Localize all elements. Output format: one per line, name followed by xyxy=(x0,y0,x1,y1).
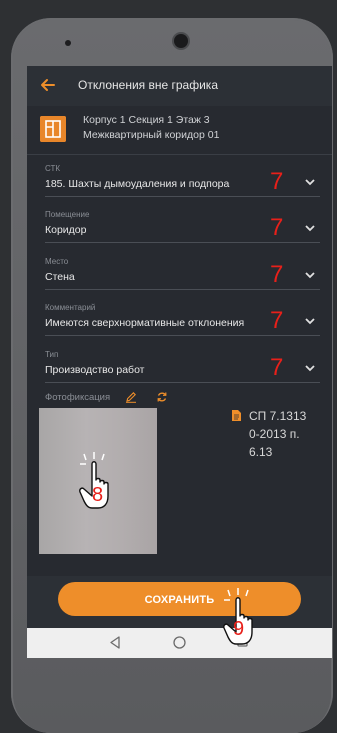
field-label: Тип xyxy=(45,350,59,359)
tap-hand-icon: 8 xyxy=(78,452,120,512)
tap-hand-icon: 9 xyxy=(222,588,264,648)
pencil-icon[interactable] xyxy=(125,391,137,403)
chevron-down-icon[interactable] xyxy=(304,362,316,374)
annotation-marker: 7 xyxy=(270,261,284,288)
chevron-down-icon[interactable] xyxy=(304,315,316,327)
annotation-marker: 9 xyxy=(233,618,245,640)
field-underline xyxy=(45,289,320,290)
back-arrow-icon[interactable] xyxy=(39,76,57,94)
annotation-marker: 7 xyxy=(270,354,284,381)
document-line: СП 7.1313 xyxy=(249,409,307,423)
location-line: Корпус 1 Секция 1 Этаж 3 xyxy=(83,114,210,126)
chevron-down-icon[interactable] xyxy=(304,222,316,234)
nav-back-icon[interactable] xyxy=(109,636,121,649)
chevron-down-icon[interactable] xyxy=(304,176,316,188)
field-value: 185. Шахты дымоудаления и подпора xyxy=(45,178,230,190)
room-line: Межквартирный коридор 01 xyxy=(83,129,220,141)
field-underline xyxy=(45,335,320,336)
field-value: Коридор xyxy=(45,224,87,236)
document-reference[interactable]: СП 7.1313 0-2013 п. 6.13 xyxy=(249,407,329,461)
nav-home-icon[interactable] xyxy=(173,636,186,649)
page-title: Отклонения вне графика xyxy=(78,78,218,92)
android-nav-bar xyxy=(27,628,332,658)
annotation-marker: 7 xyxy=(270,214,284,241)
building-icon xyxy=(40,116,66,142)
field-underline xyxy=(45,196,320,197)
field-label: СТК xyxy=(45,164,61,173)
chevron-down-icon[interactable] xyxy=(304,269,316,281)
app-bar: Отклонения вне графика xyxy=(27,66,332,106)
front-camera xyxy=(174,34,188,48)
field-value: Производство работ xyxy=(45,364,145,376)
annotation-marker: 7 xyxy=(270,307,284,334)
field-value: Имеются сверхнормативные отклонения xyxy=(45,317,245,329)
field-underline xyxy=(45,382,320,383)
document-icon xyxy=(232,410,241,421)
annotation-marker: 7 xyxy=(270,168,284,195)
divider xyxy=(27,154,332,155)
field-label: Комментарий xyxy=(45,303,96,312)
document-line: 6.13 xyxy=(249,445,273,459)
proximity-sensor xyxy=(65,40,71,46)
app-screen: Отклонения вне графика Корпус 1 Секция 1… xyxy=(27,66,332,658)
annotation-marker: 8 xyxy=(92,484,104,506)
refresh-icon[interactable] xyxy=(156,391,168,403)
field-underline xyxy=(45,242,320,243)
document-line: 0-2013 п. xyxy=(249,427,300,441)
field-label: Место xyxy=(45,257,69,266)
field-label: Помещение xyxy=(45,210,90,219)
field-value: Стена xyxy=(45,271,75,283)
photo-section-label: Фотофиксация xyxy=(45,392,111,403)
save-button[interactable]: СОХРАНИТЬ xyxy=(58,582,301,616)
